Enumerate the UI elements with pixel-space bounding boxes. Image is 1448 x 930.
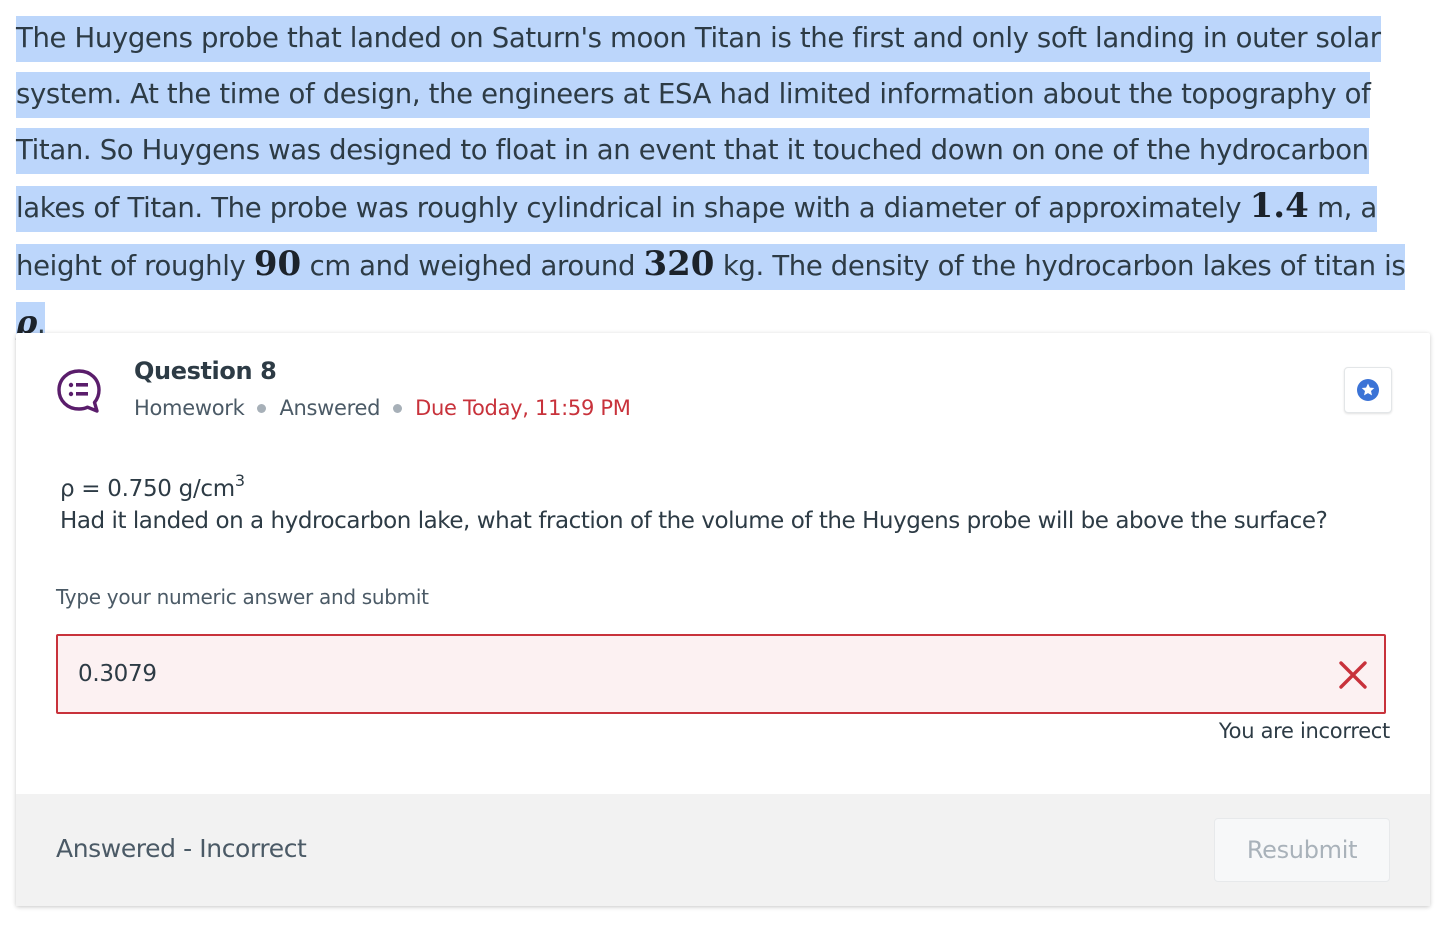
separator-dot <box>257 403 267 413</box>
given-density-exponent: 3 <box>234 471 245 490</box>
chat-bubble-list-icon <box>57 369 101 413</box>
separator-dot <box>393 403 403 413</box>
height-value: 90 <box>253 244 302 284</box>
question-text: Had it landed on a hydrocarbon lake, wha… <box>60 508 1328 534</box>
passage-text-3: cm and weighed around <box>301 250 644 282</box>
answer-status: Answered - Incorrect <box>56 834 307 863</box>
diameter-value: 1.4 <box>1249 186 1309 226</box>
given-density-text: ρ = 0.750 g/cm <box>60 476 235 502</box>
passage-highlight: The Huygens probe that landed on Saturn'… <box>16 16 1406 348</box>
bookmark-button[interactable] <box>1344 367 1392 413</box>
passage-text-4: kg. The density of the hydrocarbon lakes… <box>714 250 1406 282</box>
question-title: Question 8 <box>134 357 277 385</box>
star-icon <box>1357 379 1379 401</box>
numeric-answer-input[interactable] <box>78 636 1278 712</box>
question-meta: Homework Answered Due Today, 11:59 PM <box>134 396 631 420</box>
question-footer: Answered - Incorrect Resubmit <box>16 794 1430 906</box>
assignment-type: Homework <box>134 396 245 420</box>
answer-feedback: You are incorrect <box>1218 719 1390 743</box>
due-date: Due Today, 11:59 PM <box>415 396 631 420</box>
passage-text-1: The Huygens probe that landed on Saturn'… <box>16 22 1381 224</box>
question-status: Answered <box>279 396 381 420</box>
question-card: Question 8 Homework Answered Due Today, … <box>16 333 1430 906</box>
answer-label: Type your numeric answer and submit <box>56 585 429 609</box>
given-density: ρ = 0.750 g/cm3 <box>60 471 245 502</box>
x-icon <box>1339 661 1367 689</box>
resubmit-button[interactable]: Resubmit <box>1214 818 1390 882</box>
problem-passage: The Huygens probe that landed on Saturn'… <box>16 10 1426 352</box>
answer-field-container <box>56 634 1386 714</box>
mass-value: 320 <box>643 244 715 284</box>
